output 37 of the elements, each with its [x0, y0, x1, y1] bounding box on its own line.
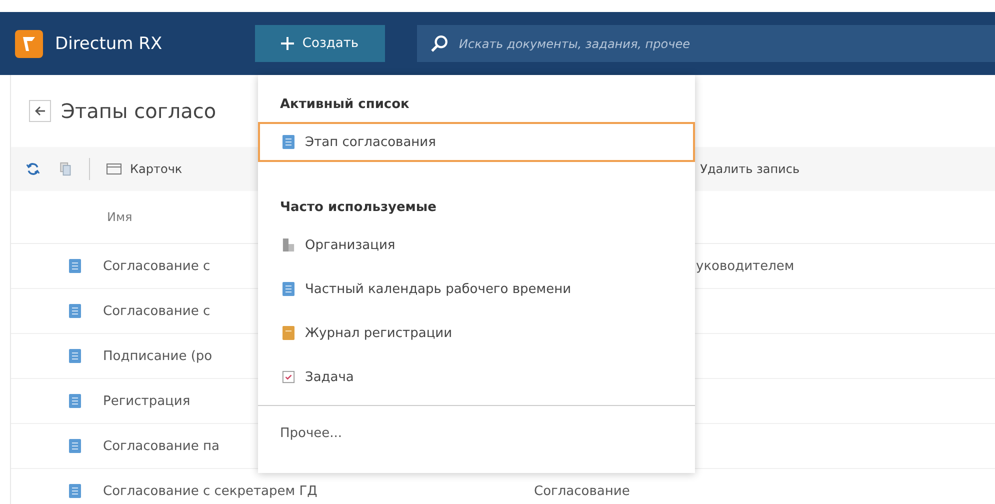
document-icon — [69, 349, 81, 363]
menu-item[interactable]: Организация — [258, 225, 695, 265]
document-icon — [69, 394, 81, 408]
card-button[interactable]: Карточк — [106, 162, 182, 176]
document-icon — [282, 282, 295, 296]
table-cell: Согласование — [534, 484, 630, 498]
document-icon — [69, 439, 81, 453]
document-icon — [282, 135, 295, 149]
menu-section-title: Активный список — [279, 97, 410, 114]
table-cell: Согласование па — [103, 438, 220, 454]
table-cell: уководителем — [696, 258, 794, 274]
plus-icon — [281, 37, 294, 50]
menu-section-title: Часто используемые — [279, 200, 438, 217]
search-field[interactable]: Искать документы, задания, прочее — [417, 25, 995, 62]
document-icon — [69, 304, 81, 318]
document-icon — [69, 259, 81, 273]
table-cell: Согласование с — [103, 304, 210, 318]
back-button[interactable] — [29, 100, 51, 122]
journal-icon — [282, 326, 295, 340]
refresh-icon[interactable] — [25, 162, 41, 176]
table-cell: Регистрация — [103, 394, 190, 408]
logo-icon — [15, 30, 43, 58]
menu-item[interactable]: Журнал регистрации — [258, 313, 695, 353]
document-icon — [69, 484, 81, 498]
back-arrow-icon — [34, 105, 46, 117]
column-header[interactable]: Имя — [107, 210, 132, 224]
create-button[interactable]: Создать — [255, 25, 385, 62]
menu-item[interactable]: Этап согласования — [258, 122, 695, 162]
page-title: Этапы согласо — [61, 99, 216, 123]
app-name: Directum RX — [55, 34, 164, 54]
card-icon — [106, 162, 122, 176]
menu-item[interactable]: Частный календарь рабочего времени — [258, 269, 695, 309]
task-icon — [282, 370, 295, 384]
table-cell: Согласование с секретарем ГД — [103, 484, 318, 498]
building-icon — [282, 238, 295, 252]
table-cell: Подписание (ро — [103, 348, 212, 364]
table-cell: Согласование с — [103, 258, 210, 274]
